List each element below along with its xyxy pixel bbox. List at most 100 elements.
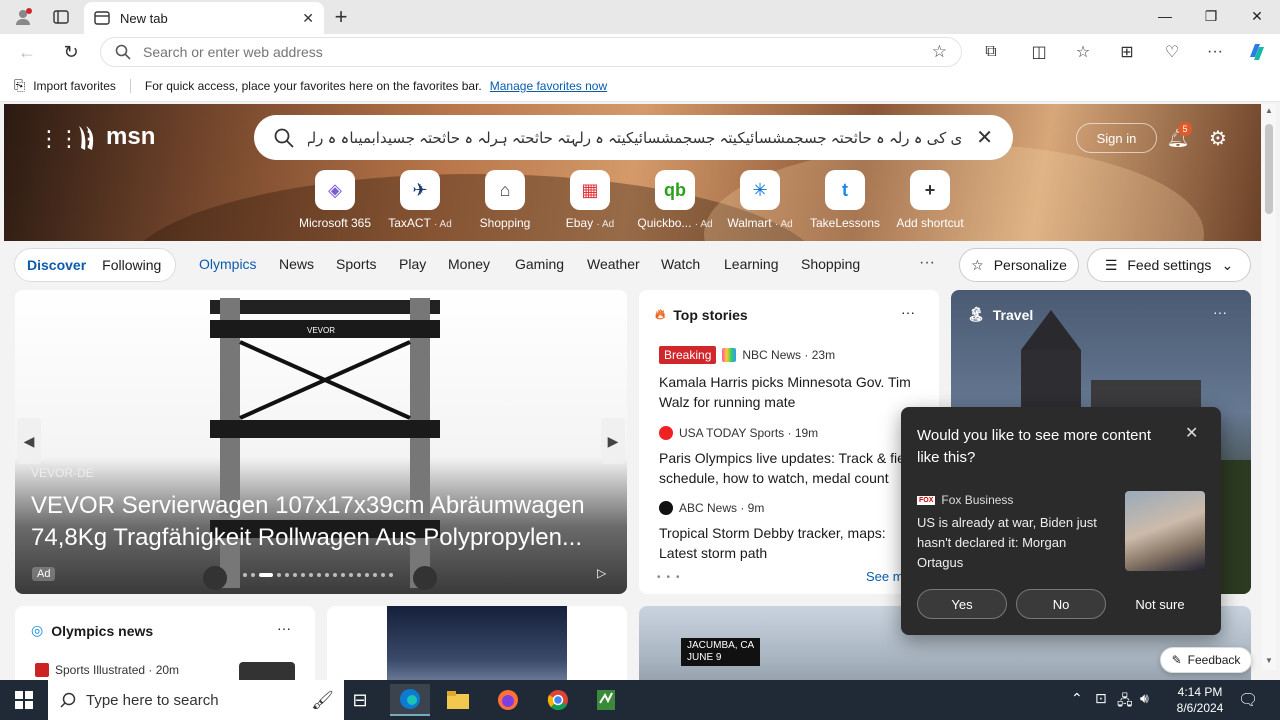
tab-close-icon[interactable]: ✕: [302, 10, 314, 27]
clear-search-icon[interactable]: ✕: [976, 125, 993, 150]
story-title[interactable]: Kamala Harris picks Minnesota Gov. Tim W…: [659, 372, 924, 412]
carousel-dot[interactable]: [341, 573, 345, 577]
msn-search-box[interactable]: ی کی ہ رلہ ہ حاثحتہ جسجمشسائیکیتہ جسجمشس…: [254, 115, 1013, 160]
carousel-prev-button[interactable]: ◀: [17, 418, 41, 464]
category-money[interactable]: Money: [448, 256, 490, 272]
chrome-icon[interactable]: [538, 684, 578, 716]
tab-new-tab[interactable]: New tab ✕: [84, 2, 324, 34]
top-stories-more-button[interactable]: ···: [901, 304, 915, 320]
stories-pager-dots[interactable]: •••: [657, 572, 686, 583]
no-button[interactable]: No: [1016, 589, 1106, 619]
carousel-next-button[interactable]: ▶: [601, 418, 625, 464]
carousel-dot[interactable]: [349, 573, 353, 577]
favorites-icon[interactable]: ☆: [1068, 37, 1098, 67]
firefox-icon[interactable]: [488, 684, 528, 716]
script-app-icon[interactable]: [586, 684, 626, 716]
category-watch[interactable]: Watch: [661, 256, 700, 272]
tray-app-icon[interactable]: ⊡: [1095, 690, 1107, 707]
shortcut-walmart[interactable]: ✳ Walmart · Ad: [717, 170, 803, 230]
settings-gear-icon[interactable]: ⚙: [1204, 124, 1232, 152]
ad-headline[interactable]: VEVOR Servierwagen 107x17x39cm Abräumwag…: [31, 490, 611, 554]
shortcut-microsoft-365[interactable]: ◈ Microsoft 365: [292, 170, 378, 230]
shortcut-ebay[interactable]: ▦ Ebay · Ad: [547, 170, 633, 230]
volume-icon[interactable]: 🔊︎: [1140, 690, 1149, 707]
category-sports[interactable]: Sports: [336, 256, 376, 272]
favorite-star-icon[interactable]: ☆: [932, 42, 947, 62]
story-item[interactable]: USA TODAY Sports · 19m Paris Olympics li…: [659, 426, 924, 488]
yes-button[interactable]: Yes: [917, 589, 1007, 619]
extensions-icon[interactable]: ⧉: [976, 37, 1006, 67]
carousel-dot[interactable]: [301, 573, 305, 577]
carousel-dot[interactable]: [357, 573, 361, 577]
msn-logo[interactable]: msn: [76, 122, 155, 152]
carousel-dot[interactable]: [317, 573, 321, 577]
profile-icon[interactable]: [8, 2, 38, 32]
carousel-dot[interactable]: [333, 573, 337, 577]
address-input[interactable]: [143, 44, 920, 60]
shortcut-quickbo[interactable]: qb Quickbo... · Ad: [632, 170, 718, 230]
import-favorites-icon[interactable]: ⎘: [14, 77, 25, 94]
taskbar-clock[interactable]: 4:14 PM 8/6/2024: [1160, 684, 1240, 716]
carousel-dot[interactable]: [309, 573, 313, 577]
not-sure-button[interactable]: Not sure: [1115, 589, 1205, 619]
collections-icon[interactable]: ⊞: [1112, 37, 1142, 67]
carousel-dot[interactable]: [373, 573, 377, 577]
file-explorer-icon[interactable]: [438, 684, 478, 716]
hero-ad-card[interactable]: VEVOR ◀ ▶ VEVOR-DE VEVOR Servierwagen 10…: [15, 290, 627, 594]
new-tab-button[interactable]: +: [326, 2, 356, 32]
scrollbar-thumb[interactable]: [1265, 124, 1273, 214]
travel-more-button[interactable]: ···: [1213, 304, 1227, 320]
copilot-icon[interactable]: [1242, 37, 1272, 67]
story-item[interactable]: Breaking NBC News · 23m Kamala Harris pi…: [659, 346, 924, 412]
taskbar-search-box[interactable]: Type here to search 🖌︎: [48, 680, 344, 720]
split-screen-icon[interactable]: ◫: [1024, 37, 1054, 67]
shortcut-taxact[interactable]: ✈ TaxACT · Ad: [377, 170, 463, 230]
notification-center-icon[interactable]: 🗨︎: [1238, 690, 1258, 710]
carousel-dot[interactable]: [285, 573, 289, 577]
carousel-dot[interactable]: [277, 573, 281, 577]
carousel-dot[interactable]: [365, 573, 369, 577]
dialog-story-thumbnail[interactable]: [1125, 491, 1205, 571]
tray-overflow-icon[interactable]: ⌃: [1071, 690, 1083, 707]
category-learning[interactable]: Learning: [724, 256, 779, 272]
carousel-dot[interactable]: [259, 573, 273, 577]
ad-choices-icon[interactable]: ▷: [597, 566, 606, 580]
back-button[interactable]: ←: [12, 37, 42, 67]
shortcut-shopping[interactable]: ⌂ Shopping: [462, 170, 548, 230]
minimize-button[interactable]: —: [1142, 0, 1188, 32]
feed-settings-button[interactable]: ☰ Feed settings ⌄: [1087, 248, 1251, 282]
address-bar[interactable]: ☆: [100, 37, 962, 67]
carousel-dot[interactable]: [325, 573, 329, 577]
edge-taskbar-icon[interactable]: [390, 684, 430, 716]
maximize-button[interactable]: ❐: [1188, 0, 1234, 32]
msn-search-query[interactable]: ی کی ہ رلہ ہ حاثحتہ جسجمشسائیکیتہ جسجمشس…: [308, 129, 962, 147]
olympics-more-button[interactable]: ···: [277, 620, 291, 636]
dialog-close-icon[interactable]: ✕: [1185, 423, 1198, 443]
category-play[interactable]: Play: [399, 256, 426, 272]
carousel-dot[interactable]: [243, 573, 247, 577]
manage-favorites-link[interactable]: Manage favorites now: [490, 79, 607, 93]
more-categories-button[interactable]: ···: [919, 254, 935, 272]
category-olympics[interactable]: Olympics: [199, 256, 257, 272]
tab-following[interactable]: Following: [102, 257, 161, 273]
more-options-icon[interactable]: ···: [1200, 37, 1230, 67]
browser-essentials-icon[interactable]: ♡: [1157, 37, 1187, 67]
category-shopping[interactable]: Shopping: [801, 256, 860, 272]
carousel-dot[interactable]: [293, 573, 297, 577]
category-news[interactable]: News: [279, 256, 314, 272]
page-scrollbar[interactable]: ▲ ▼: [1262, 104, 1276, 670]
close-window-button[interactable]: ✕: [1234, 0, 1280, 32]
tab-discover[interactable]: Discover: [27, 257, 86, 273]
scroll-down-arrow[interactable]: ▼: [1265, 656, 1273, 665]
carousel-dot[interactable]: [389, 573, 393, 577]
shortcut-takelessons[interactable]: t TakeLessons: [802, 170, 888, 230]
scroll-up-arrow[interactable]: ▲: [1265, 106, 1273, 115]
category-weather[interactable]: Weather: [587, 256, 640, 272]
tab-actions-icon[interactable]: [46, 2, 76, 32]
story-title[interactable]: Tropical Storm Debby tracker, maps: Late…: [659, 523, 924, 563]
category-gaming[interactable]: Gaming: [515, 256, 564, 272]
start-button[interactable]: [0, 680, 48, 720]
story-item[interactable]: ABC News · 9m Tropical Storm Debby track…: [659, 501, 924, 563]
task-view-icon[interactable]: ⊟: [340, 684, 380, 716]
dialog-story-title[interactable]: US is already at war, Biden just hasn't …: [917, 513, 1113, 573]
